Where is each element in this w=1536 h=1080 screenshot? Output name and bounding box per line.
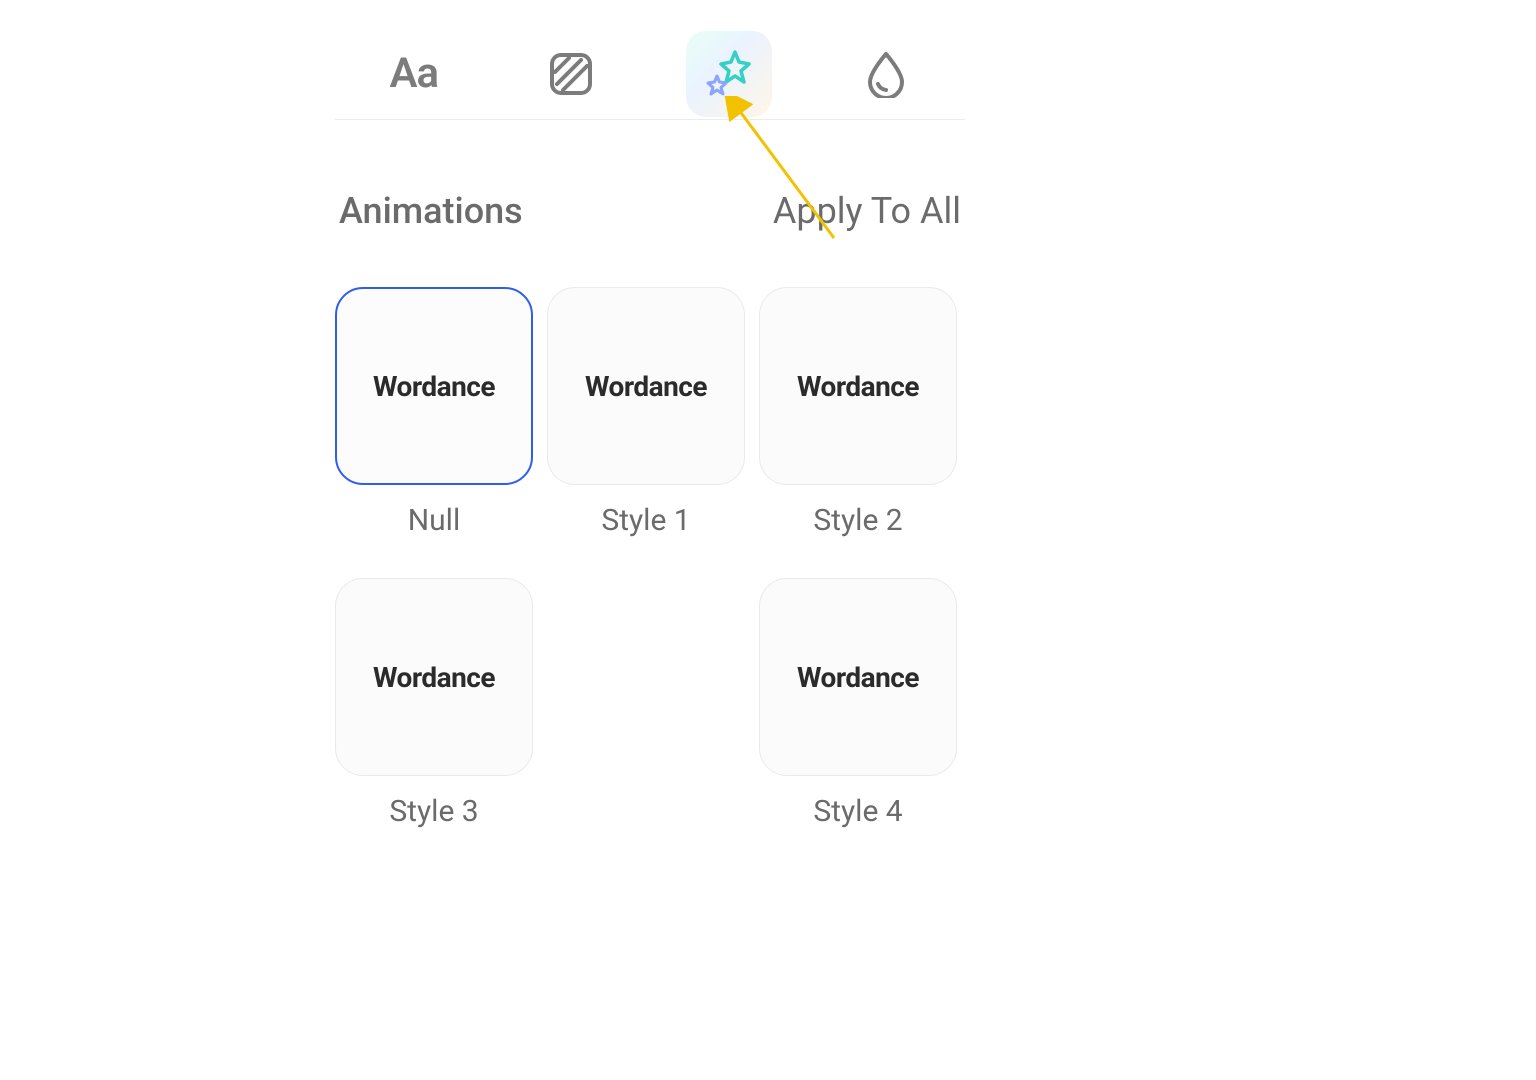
animation-style-card[interactable]: Wordance bbox=[759, 578, 957, 776]
card-preview-text: Wordance bbox=[797, 370, 919, 403]
animations-panel: Aa bbox=[335, 28, 965, 829]
style-cell: Wordance Style 3 bbox=[335, 578, 533, 829]
card-preview-text: Wordance bbox=[373, 370, 495, 403]
text-aa-icon: Aa bbox=[389, 49, 438, 98]
style-cell: Wordance Style 2 bbox=[759, 287, 957, 538]
tab-animations[interactable] bbox=[686, 31, 772, 117]
style-cell: Wordance Style 1 bbox=[547, 287, 745, 538]
water-drop-icon bbox=[864, 50, 908, 98]
editor-tab-bar: Aa bbox=[335, 28, 965, 120]
animation-style-card[interactable]: Wordance bbox=[335, 578, 533, 776]
apply-to-all-button[interactable]: Apply To All bbox=[773, 190, 961, 232]
tab-text[interactable]: Aa bbox=[371, 31, 457, 117]
hatch-square-icon bbox=[547, 50, 595, 98]
animation-style-card[interactable]: Wordance bbox=[547, 287, 745, 485]
card-caption: Null bbox=[335, 503, 533, 538]
card-caption: Style 3 bbox=[335, 794, 533, 829]
tab-opacity[interactable] bbox=[843, 31, 929, 117]
animation-style-card[interactable]: Wordance bbox=[335, 287, 533, 485]
animation-style-grid: Wordance Null Wordance Style 1 Wordance … bbox=[335, 287, 965, 829]
card-caption: Style 1 bbox=[547, 503, 745, 538]
style-cell: Wordance Null bbox=[335, 287, 533, 538]
card-preview-text: Wordance bbox=[585, 370, 707, 403]
card-caption: Style 2 bbox=[759, 503, 957, 538]
style-cell: Wordance Style 4 bbox=[759, 578, 957, 829]
card-preview-text: Wordance bbox=[373, 661, 495, 694]
tab-texture[interactable] bbox=[528, 31, 614, 117]
card-preview-text: Wordance bbox=[797, 661, 919, 694]
section-title: Animations bbox=[339, 190, 523, 232]
animation-style-card[interactable]: Wordance bbox=[759, 287, 957, 485]
card-caption: Style 4 bbox=[759, 794, 957, 829]
section-header: Animations Apply To All bbox=[335, 190, 965, 232]
sparkle-stars-icon bbox=[701, 46, 757, 102]
